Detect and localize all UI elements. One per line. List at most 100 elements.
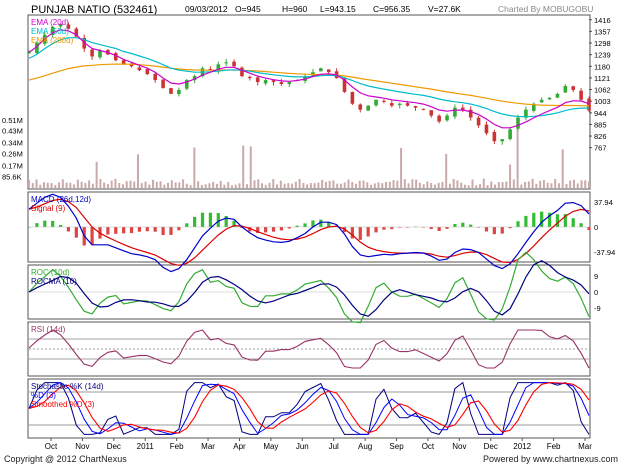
volume-y-tick-label: 0.43M: [2, 127, 23, 136]
date-readout: 09/03/2012: [185, 4, 228, 14]
volume-bar: [535, 183, 538, 188]
macd-histogram-bar: [208, 212, 213, 227]
price-y-tick-label: 826: [594, 132, 607, 141]
volume-bar: [208, 183, 211, 188]
volume-bar: [572, 179, 575, 188]
macd-histogram-bar: [374, 227, 378, 233]
x-axis-label: Nov: [452, 442, 466, 451]
price-candle: [366, 105, 370, 111]
x-axis-label: Nov: [75, 442, 89, 451]
macd-histogram-bar: [200, 212, 205, 227]
price-candle: [405, 103, 410, 106]
price-candle: [571, 86, 576, 90]
macd-y-tick-label: -37.94: [594, 248, 615, 257]
volume-bar: [569, 180, 572, 188]
volume-bar: [505, 181, 508, 188]
price-y-tick-label: 1239: [594, 51, 611, 60]
legend-entry: ROCMA (10): [31, 277, 77, 286]
price-candle: [161, 79, 165, 88]
volume-bar: [261, 183, 264, 188]
volume-bar: [84, 183, 87, 188]
charted-by: Charted By MOBUGOBU: [498, 4, 593, 14]
macd-histogram-bar: [193, 216, 197, 227]
volume-bar: [54, 184, 57, 188]
stock-chart: PUNJAB NATIO (532461) 09/03/2012 O=945 H…: [2, 4, 615, 451]
price-candle: [145, 69, 150, 75]
price-y-tick-label: 944: [594, 109, 607, 118]
volume-bar: [197, 181, 200, 188]
macd-histogram-bar: [122, 227, 126, 234]
volume-bar: [430, 183, 433, 188]
volume-bar: [467, 185, 470, 188]
volume-bar: [170, 180, 173, 188]
price-candle: [397, 103, 402, 106]
x-axis-label: 2011: [137, 442, 155, 451]
volume-bar: [354, 183, 357, 188]
volume-bar: [539, 180, 542, 188]
volume-bar: [332, 180, 335, 188]
macd-histogram-bar: [453, 223, 457, 227]
price-candle: [169, 88, 173, 94]
roc-y-tick-label: 9: [594, 272, 598, 281]
volume-bar: [343, 182, 346, 188]
macd-histogram-bar: [153, 227, 157, 232]
volume-bar: [118, 182, 121, 188]
volume-bar: [253, 180, 256, 188]
price-y-tick-label: 1357: [594, 27, 611, 36]
volume-bar: [133, 181, 136, 188]
volume-bar: [448, 183, 451, 188]
legend-entry: MACD (26d,12d): [31, 195, 91, 204]
x-axis-label: Oct: [422, 442, 435, 451]
price-candle: [492, 131, 497, 142]
price-y-tick-label: 885: [594, 120, 607, 129]
volume-bar: [385, 182, 388, 188]
price-candle: [255, 77, 260, 83]
volume-y-tick-label: 85.6K: [2, 173, 22, 182]
price-candle: [453, 107, 457, 117]
legend-entry: Smoothed %D (3): [31, 400, 95, 409]
volume-y-tick-label: 0.34M: [2, 139, 23, 148]
volume-bar: [99, 179, 102, 188]
macd-histogram-bar: [51, 220, 55, 227]
volume-bar: [441, 181, 444, 188]
volume-bar: [415, 179, 418, 188]
price-candle: [90, 49, 94, 57]
volume-bar: [50, 183, 53, 188]
volume-bar: [520, 184, 523, 188]
macd-histogram-bar: [74, 227, 78, 238]
volume-bar: [167, 182, 170, 188]
macd-histogram-bar: [185, 223, 189, 227]
volume-bar: [373, 183, 376, 188]
volume-bar: [152, 179, 155, 188]
legend-entry: ROC (10d): [31, 268, 70, 277]
price-candle: [429, 110, 434, 116]
price-candle: [579, 90, 583, 100]
volume-bar: [531, 178, 534, 188]
volume-bar: [114, 178, 117, 188]
legend-entry: EMA (200d): [31, 36, 74, 45]
macd-histogram-bar: [500, 227, 504, 234]
macd-histogram-bar: [516, 221, 520, 227]
macd-histogram-bar: [90, 227, 94, 245]
volume-y-tick-label: 0.17M: [2, 161, 23, 170]
volume-bar: [110, 180, 113, 188]
volume-bar: [381, 183, 384, 188]
powered-by-link[interactable]: Powered by www.chartnexus.com: [483, 454, 618, 464]
price-candle: [390, 103, 394, 106]
volume-bar: [31, 183, 34, 188]
volume-bar: [80, 181, 83, 188]
price-y-tick-label: 1416: [594, 16, 611, 25]
x-axis-label: Jun: [296, 442, 309, 451]
price-candle: [27, 52, 31, 54]
legend-entry: %D (3): [31, 391, 56, 400]
price-y-tick-label: 767: [594, 144, 607, 153]
roc-y-tick-label: -9: [594, 304, 601, 313]
volume-bar: [204, 184, 207, 188]
macd-y-tick-label: 37.94: [594, 198, 613, 207]
price-candle: [98, 50, 102, 58]
price-candle: [547, 97, 552, 100]
open-readout: O=945: [235, 4, 261, 14]
macd-histogram-bar: [114, 227, 118, 234]
volume-bar: [88, 180, 91, 188]
price-candle: [319, 68, 323, 72]
